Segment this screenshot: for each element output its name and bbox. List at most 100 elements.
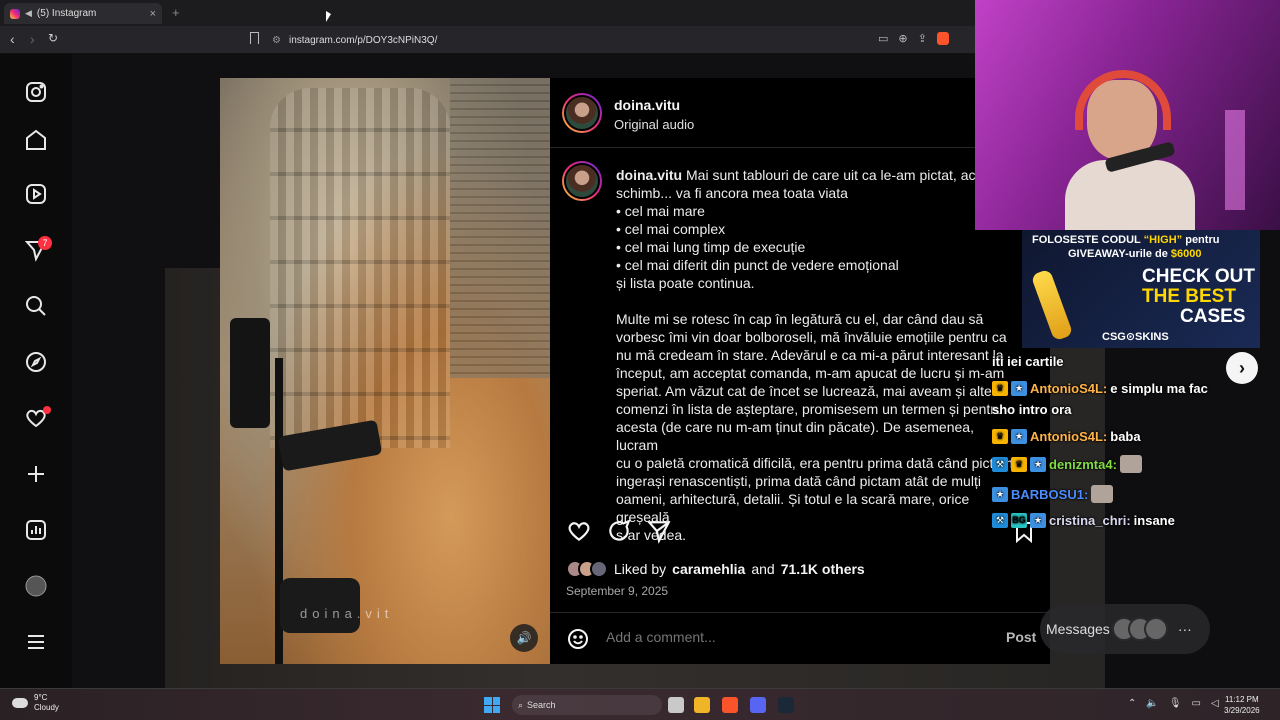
profile-avatar-icon[interactable]	[22, 572, 50, 600]
emote-icon	[1091, 485, 1114, 503]
toolbar-icons: ▭ ⊕ ⇪	[878, 32, 949, 45]
site-settings-icon[interactable]: ⚙	[272, 35, 281, 46]
brave-browser-icon[interactable]	[722, 697, 738, 713]
chat-message: sho intro ora	[992, 402, 1071, 417]
chat-message: ⚒ ♛ ★ denizmta4:	[992, 455, 1142, 473]
caption-username[interactable]: doina.vitu	[616, 167, 682, 183]
chat-username: denizmta4:	[1049, 456, 1117, 472]
brave-shields-icon[interactable]	[936, 32, 949, 45]
clock-date: 3/29/2026	[1224, 706, 1260, 715]
audio-toggle-button[interactable]: 🔊	[510, 624, 538, 652]
mic-icon[interactable]: 🎙	[1169, 698, 1182, 709]
dashboard-icon[interactable]	[22, 516, 50, 544]
chat-text: baba	[1110, 429, 1141, 444]
new-tab-button[interactable]: +	[172, 5, 180, 20]
file-explorer-icon[interactable]	[668, 697, 684, 713]
post-actions	[566, 518, 672, 549]
home-icon[interactable]	[22, 126, 50, 154]
emoji-icon[interactable]	[566, 627, 590, 651]
comment-input[interactable]	[606, 629, 966, 645]
sponsor-text: pentru	[1185, 234, 1220, 246]
reels-icon[interactable]	[22, 180, 50, 208]
post-comment-button[interactable]: Post	[1006, 629, 1036, 645]
message-avatars	[1111, 617, 1168, 641]
tab-instagram[interactable]: ◀︎ (5) Instagram ×	[4, 3, 162, 24]
comment-bubble-icon[interactable]	[606, 518, 632, 549]
next-post-button[interactable]: ›	[1226, 352, 1258, 384]
instagram-logo-icon[interactable]	[22, 78, 50, 106]
crown-badge-icon: ♛	[992, 381, 1008, 396]
network-icon[interactable]: ▭	[1192, 698, 1201, 709]
speaker-icon[interactable]: ◁	[1211, 698, 1219, 709]
back-icon[interactable]: ‹	[10, 31, 15, 47]
author-username[interactable]: doina.vitu	[614, 97, 680, 113]
search-icon[interactable]	[22, 292, 50, 320]
weather-widget[interactable]: 9°C Cloudy	[12, 693, 59, 713]
search-icon: ⌕	[518, 699, 524, 710]
sub-badge-icon: ★	[992, 486, 1008, 502]
forward-icon[interactable]: ›	[30, 31, 35, 47]
sponsor-text: GIVEAWAY-urile de	[1068, 248, 1168, 260]
sponsor-headline: CHECK OUT	[1142, 266, 1255, 287]
chat-message: ⚒ BG ★ cristina_chri: insane	[992, 513, 1175, 528]
messages-pill[interactable]: Messages ···	[1040, 604, 1210, 654]
browser-tab-bar: ◀︎ (5) Instagram × +	[0, 0, 980, 26]
video-watermark: doina.vit	[300, 606, 394, 621]
share-icon[interactable]: ⇪	[918, 32, 927, 45]
create-icon[interactable]	[22, 460, 50, 488]
taskbar-search[interactable]: ⌕ Search	[512, 695, 662, 715]
chat-message: ♛ ★ AntonioS4L: baba	[992, 429, 1141, 444]
system-tray: ⌃ 🔈 🎙 ▭ ◁	[1128, 698, 1219, 709]
cast-icon[interactable]: ▭	[878, 32, 888, 45]
url-text: instagram.com/p/DOY3cNPiN3Q/	[288, 34, 438, 46]
weather-condition: Cloudy	[34, 703, 59, 712]
chat-message: ★ BARBOSU1:	[992, 485, 1114, 503]
instagram-page: 7 doina.vit 🔊 doina.vitu Original audio …	[0, 54, 1105, 688]
share-send-icon[interactable]	[646, 518, 672, 549]
address-bar-row: ‹ › ↻ ⚙ instagram.com/p/DOY3cNPiN3Q/ ▭ ⊕…	[0, 26, 980, 54]
sponsor-banner: FOLOSESTE CODUL “HIGH” pentru GIVEAWAY-u…	[1022, 230, 1260, 348]
sponsor-code: “HIGH”	[1143, 234, 1183, 246]
zoom-icon[interactable]: ⊕	[898, 32, 907, 45]
likes-summary: Liked by caramehlia and 71.1K others	[566, 560, 865, 578]
liked-by-others[interactable]: 71.1K others	[781, 561, 865, 577]
webcam-overlay	[975, 0, 1280, 230]
moderator-badge-icon: ⚒	[992, 456, 1008, 472]
caption-line: schimb... va fi ancora mea toata viata	[616, 185, 848, 201]
caption-line: speriat. Am văzut cat de încet se lucrea…	[616, 383, 992, 399]
moderator-badge-icon: ⚒	[992, 513, 1008, 528]
chat-text: insane	[1133, 513, 1175, 528]
reload-icon[interactable]: ↻	[48, 31, 58, 45]
discord-icon[interactable]	[750, 697, 766, 713]
explore-icon[interactable]	[22, 348, 50, 376]
like-heart-icon[interactable]	[566, 518, 592, 549]
chevron-up-icon[interactable]: ⌃	[1128, 698, 1136, 709]
volume-icon[interactable]: 🔈	[1146, 698, 1158, 709]
start-button-icon[interactable]	[484, 697, 500, 713]
more-dots-icon[interactable]: ···	[1178, 621, 1192, 637]
post-video[interactable]: doina.vit 🔊	[220, 78, 550, 664]
caption-avatar[interactable]	[562, 161, 602, 201]
speaker-icon[interactable]: ◀︎	[25, 8, 32, 19]
system-clock[interactable]: 11:12 PM 3/29/2026	[1224, 694, 1260, 716]
post-date[interactable]: September 9, 2025	[566, 584, 668, 598]
chat-text: iti iei cartile	[992, 354, 1064, 369]
liked-by-prefix: Liked by	[614, 561, 667, 577]
sub-badge-icon: ★	[1011, 381, 1027, 396]
close-tab-icon[interactable]: ×	[150, 8, 156, 20]
more-menu-icon[interactable]	[22, 628, 50, 656]
audio-label[interactable]: Original audio	[614, 117, 694, 132]
caption-line: vorbesc îmi vin doar bolboroseli, mă înv…	[616, 329, 1007, 345]
author-avatar[interactable]	[562, 93, 602, 133]
url-field[interactable]: ⚙ instagram.com/p/DOY3cNPiN3Q/	[272, 30, 872, 50]
sponsor-headline: THE BEST	[1142, 286, 1236, 307]
caption-line: acesta (de care nu m-am ținut din păcate…	[616, 419, 974, 453]
liked-by-user[interactable]: caramehlia	[672, 561, 745, 577]
folder-icon[interactable]	[694, 697, 710, 713]
mouse-cursor-icon	[326, 11, 331, 22]
knife-icon	[1030, 268, 1074, 342]
steam-icon[interactable]	[778, 697, 794, 713]
chat-username: BARBOSU1:	[1011, 486, 1089, 502]
sub-badge-icon: ★	[1030, 456, 1046, 472]
bookmark-icon[interactable]	[250, 32, 259, 44]
